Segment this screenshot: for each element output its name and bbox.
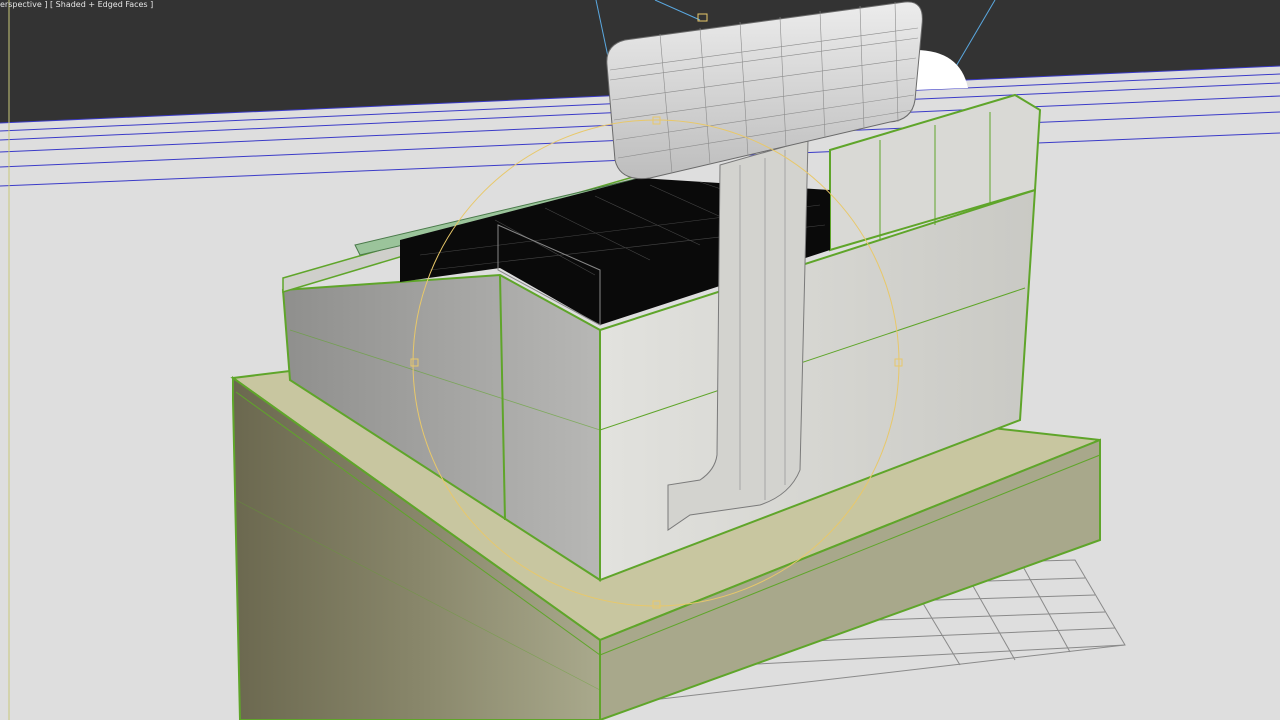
viewport-label[interactable]: erspective ] [ Shaded + Edged Faces ]	[0, 0, 153, 9]
scene-canvas[interactable]	[0, 0, 1280, 720]
perspective-viewport[interactable]: erspective ] [ Shaded + Edged Faces ]	[0, 0, 1280, 720]
